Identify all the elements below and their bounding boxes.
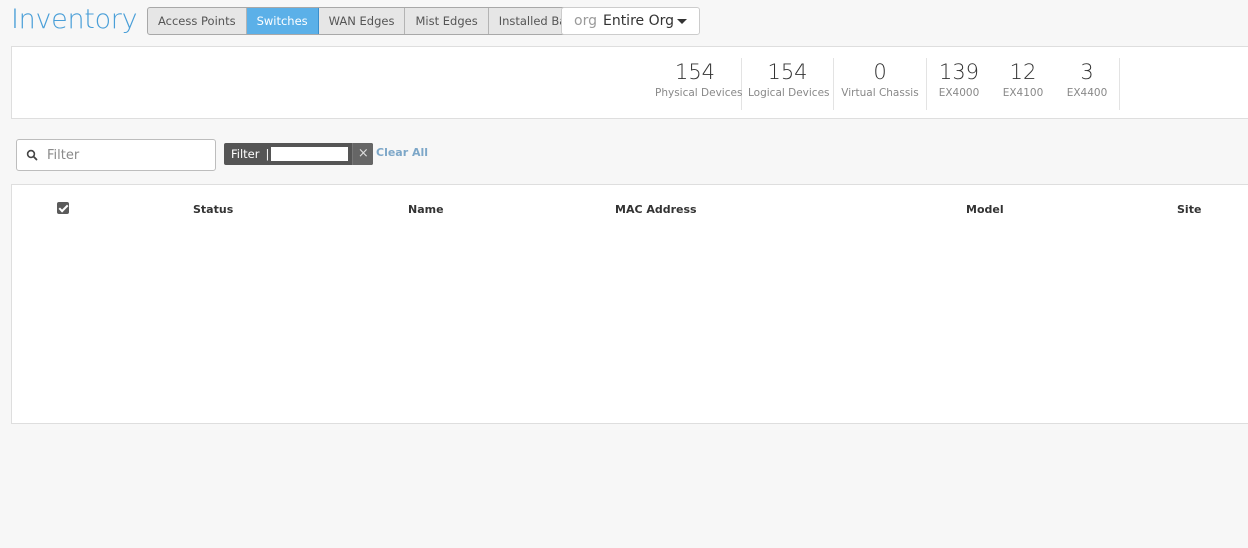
- stat-virtual-chassis: 0 Virtual Chassis: [834, 58, 926, 110]
- stat-label: Logical Devices: [748, 87, 830, 99]
- stat-label: EX4000: [938, 87, 980, 99]
- tab-access-points[interactable]: Access Points: [148, 8, 247, 34]
- filter-chip-value[interactable]: [271, 147, 349, 161]
- stat-group-logical: 154 Logical Devices: [742, 58, 834, 110]
- search-icon: [17, 149, 47, 161]
- stat-group-virtual-chassis: 0 Virtual Chassis: [834, 58, 927, 110]
- clear-all-link[interactable]: Clear All: [376, 146, 428, 159]
- tab-switches[interactable]: Switches: [246, 8, 319, 34]
- inventory-table: Status Name MAC Address Model Site: [11, 184, 1248, 424]
- stat-label: EX4100: [1002, 87, 1044, 99]
- stat-label: Virtual Chassis: [841, 87, 919, 99]
- stat-model-ex4100: 12 EX4100: [991, 58, 1055, 110]
- stat-label: Physical Devices: [655, 87, 743, 99]
- select-all-checkbox[interactable]: [57, 202, 69, 214]
- stat-value: 0: [873, 60, 887, 84]
- org-selector-value: Entire Org: [602, 13, 674, 29]
- filter-chip-label: Filter: [231, 147, 260, 161]
- column-header-model[interactable]: Model: [966, 203, 1004, 216]
- org-selector-prefix: org: [574, 13, 597, 29]
- stat-group-physical: 154 Physical Devices: [649, 58, 742, 110]
- filter-chip[interactable]: Filter | ×: [224, 143, 374, 165]
- device-type-tabs: Access Points Switches WAN Edges Mist Ed…: [147, 7, 591, 35]
- stats-summary: 154 Physical Devices 154 Logical Devices…: [649, 58, 1120, 110]
- filter-box: [16, 139, 216, 171]
- chevron-down-icon: [677, 19, 687, 24]
- stat-value: 12: [1009, 60, 1037, 84]
- org-selector[interactable]: org Entire Org: [561, 7, 700, 35]
- column-header-name[interactable]: Name: [408, 203, 444, 216]
- stat-value: 3: [1080, 60, 1094, 84]
- filter-chip-cursor: |: [265, 147, 270, 161]
- filter-input[interactable]: [47, 147, 207, 163]
- page-title: Inventory: [11, 4, 138, 35]
- stat-model-ex4400: 3 EX4400: [1055, 58, 1119, 110]
- stat-physical-devices: 154 Physical Devices: [649, 58, 743, 110]
- stat-group-models: 139 EX4000 12 EX4100 3 EX4400: [927, 58, 1120, 110]
- stat-logical-devices: 154 Logical Devices: [742, 58, 833, 110]
- tab-wan-edges[interactable]: WAN Edges: [319, 8, 406, 34]
- stat-model-ex4000: 139 EX4000: [927, 58, 991, 110]
- column-header-status[interactable]: Status: [193, 203, 233, 216]
- stat-value: 154: [767, 60, 808, 84]
- tab-mist-edges[interactable]: Mist Edges: [405, 8, 489, 34]
- stat-value: 154: [674, 60, 716, 84]
- stats-panel: 154 Physical Devices 154 Logical Devices…: [11, 46, 1248, 119]
- close-icon[interactable]: ×: [352, 143, 374, 165]
- column-header-mac-address[interactable]: MAC Address: [615, 203, 697, 216]
- stat-value: 139: [938, 60, 980, 84]
- stat-label: EX4400: [1066, 87, 1108, 99]
- column-header-site[interactable]: Site: [1177, 203, 1201, 216]
